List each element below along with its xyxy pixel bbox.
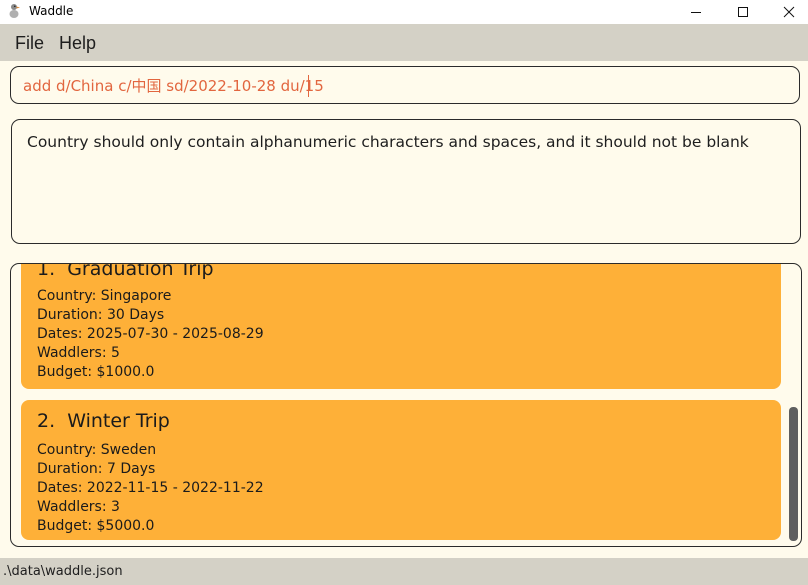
minimize-button[interactable] (673, 0, 719, 24)
status-bar: .\data\waddle.json (0, 558, 808, 585)
itinerary-waddlers: Waddlers: 3 (37, 499, 120, 515)
menu-help[interactable]: Help (59, 33, 96, 53)
itinerary-country: Country: Sweden (37, 442, 157, 458)
minimize-icon (691, 12, 701, 13)
result-message: Country should only contain alphanumeric… (27, 133, 749, 151)
result-display[interactable]: Country should only contain alphanumeric… (11, 119, 801, 244)
menu-bar: File Help (0, 24, 808, 61)
window-title: Waddle (29, 4, 74, 18)
text-caret (308, 75, 309, 97)
itinerary-details: Country: Sweden Duration: 7 Days Dates: … (37, 441, 264, 536)
menu-file[interactable]: File (15, 33, 44, 53)
app-window: Waddle File Help add d/China c/中国 sd/202… (0, 0, 808, 585)
itinerary-duration: Duration: 30 Days (37, 307, 165, 323)
itinerary-title: 2. Winter Trip (37, 410, 170, 432)
title-bar: Waddle (0, 0, 808, 24)
itinerary-title: 1. Graduation Trip (37, 263, 214, 280)
close-icon (783, 6, 795, 18)
itinerary-card[interactable]: 2. Winter Trip Country: Sweden Duration:… (21, 400, 781, 540)
itinerary-waddlers: Waddlers: 5 (37, 345, 120, 361)
duck-icon (9, 4, 20, 18)
itinerary-country: Country: Singapore (37, 288, 172, 304)
maximize-button[interactable] (720, 0, 766, 24)
itinerary-card[interactable]: 1. Graduation Trip Country: Singapore Du… (21, 263, 781, 389)
close-button[interactable] (766, 0, 808, 24)
itinerary-budget: Budget: $1000.0 (37, 364, 155, 380)
itinerary-budget: Budget: $5000.0 (37, 518, 155, 534)
itinerary-duration: Duration: 7 Days (37, 461, 156, 477)
itinerary-dates: Dates: 2025-07-30 - 2025-08-29 (37, 326, 264, 342)
scrollbar-thumb[interactable] (789, 407, 798, 541)
command-input[interactable]: add d/China c/中国 sd/2022-10-28 du/15 (10, 66, 800, 104)
itinerary-list[interactable]: 1. Graduation Trip Country: Singapore Du… (10, 263, 802, 547)
itinerary-details: Country: Singapore Duration: 30 Days Dat… (37, 287, 264, 382)
command-input-text: add d/China c/中国 sd/2022-10-28 du/15 (23, 77, 324, 95)
maximize-icon (738, 7, 748, 17)
data-file-path: .\data\waddle.json (3, 564, 123, 579)
itinerary-dates: Dates: 2022-11-15 - 2022-11-22 (37, 480, 264, 496)
